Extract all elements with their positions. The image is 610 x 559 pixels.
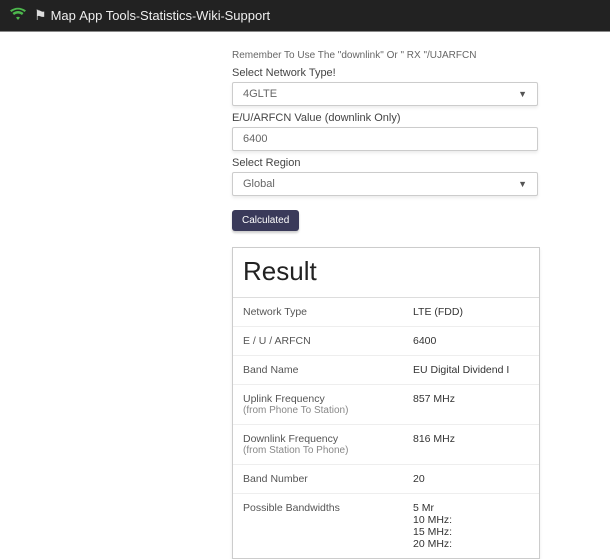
chevron-down-icon: ▼ xyxy=(518,179,527,189)
result-row: Band NameEU Digital Dividend I xyxy=(233,356,539,385)
result-value: 6400 xyxy=(413,335,436,347)
result-label: E / U / ARFCN xyxy=(243,335,413,347)
arfcn-input[interactable]: 6400 xyxy=(232,127,538,151)
region-value: Global xyxy=(243,178,275,190)
top-nav: ⚑ Map App Tools - Statistics - Wiki - Su… xyxy=(0,0,610,32)
region-label: Select Region xyxy=(232,157,570,169)
result-value: 857 MHz xyxy=(413,393,455,416)
result-value: 816 MHz xyxy=(413,433,455,456)
network-type-select[interactable]: 4GLTE ▼ xyxy=(232,82,538,106)
hint-text: Remember To Use The "downlink" Or " RX "… xyxy=(232,50,570,61)
arfcn-label: E/U/ARFCN Value (downlink Only) xyxy=(232,112,570,124)
result-label: Downlink Frequency(from Station To Phone… xyxy=(243,433,413,456)
result-value: LTE (FDD) xyxy=(413,306,463,318)
results-panel: Result Network TypeLTE (FDD)E / U / ARFC… xyxy=(232,247,540,559)
result-label: Band Number xyxy=(243,473,413,485)
result-label: Band Name xyxy=(243,364,413,376)
network-type-value: 4GLTE xyxy=(243,88,277,100)
nav-map[interactable]: Map xyxy=(51,8,76,23)
result-label: Possible Bandwidths xyxy=(243,502,413,550)
form-area: Remember To Use The "downlink" Or " RX "… xyxy=(0,32,570,559)
results-title: Result xyxy=(233,248,539,298)
nav-menu: Map App Tools - Statistics - Wiki - Supp… xyxy=(51,8,271,23)
result-label: Network Type xyxy=(243,306,413,318)
result-sublabel: (from Phone To Station) xyxy=(243,405,413,416)
region-select[interactable]: Global ▼ xyxy=(232,172,538,196)
nav-support[interactable]: Support xyxy=(225,8,271,23)
result-sublabel: (from Station To Phone) xyxy=(243,445,413,456)
nav-wiki[interactable]: Wiki xyxy=(196,8,221,23)
arfcn-value: 6400 xyxy=(243,133,267,145)
result-value: EU Digital Dividend I xyxy=(413,364,509,376)
nav-app[interactable]: App xyxy=(79,8,102,23)
calculate-button[interactable]: Calculated xyxy=(232,210,299,231)
result-row: Uplink Frequency(from Phone To Station)8… xyxy=(233,385,539,425)
result-row: Possible Bandwidths5 Mr10 MHz:15 MHz:20 … xyxy=(233,494,539,558)
result-row: Band Number20 xyxy=(233,465,539,494)
result-row: E / U / ARFCN6400 xyxy=(233,327,539,356)
wifi-icon xyxy=(10,5,26,26)
result-row: Downlink Frequency(from Station To Phone… xyxy=(233,425,539,465)
result-value: 5 Mr10 MHz:15 MHz:20 MHz: xyxy=(413,502,452,550)
flag-icon: ⚑ xyxy=(34,7,47,24)
result-row: Network TypeLTE (FDD) xyxy=(233,298,539,327)
chevron-down-icon: ▼ xyxy=(518,89,527,99)
nav-statistics[interactable]: Statistics xyxy=(140,8,192,23)
nav-tools[interactable]: Tools xyxy=(106,8,136,23)
result-label: Uplink Frequency(from Phone To Station) xyxy=(243,393,413,416)
result-value: 20 xyxy=(413,473,425,485)
network-type-label: Select Network Type! xyxy=(232,67,570,79)
